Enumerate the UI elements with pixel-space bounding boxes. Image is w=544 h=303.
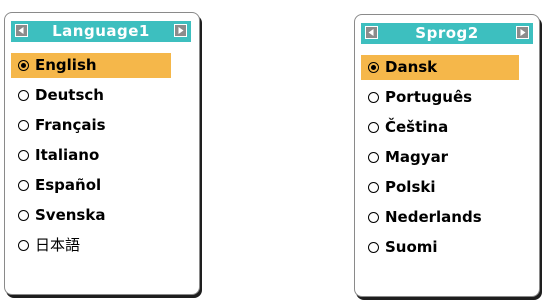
- radio-button-icon: [18, 120, 29, 131]
- radio-button-icon: [18, 240, 29, 251]
- language-option-cestina[interactable]: Čeština: [361, 115, 519, 140]
- option-label: Deutsch: [35, 86, 104, 104]
- option-label: 日本語: [35, 236, 81, 254]
- radio-button-icon: [368, 62, 379, 73]
- radio-button-icon: [18, 150, 29, 161]
- language1-header: Language1: [11, 21, 191, 42]
- language-option-polski[interactable]: Polski: [361, 175, 519, 200]
- radio-button-icon: [18, 60, 29, 71]
- language1-title: Language1: [52, 22, 150, 40]
- option-label: Suomi: [385, 238, 438, 256]
- language-option-italiano[interactable]: Italiano: [11, 143, 171, 168]
- option-label: Português: [385, 88, 473, 106]
- language1-menu: Language1 English Deutsch Français Itali…: [4, 12, 200, 295]
- radio-button-icon: [368, 92, 379, 103]
- language-option-espanol[interactable]: Español: [11, 173, 171, 198]
- sprog2-title: Sprog2: [415, 24, 479, 42]
- sprog2-menu: Sprog2 Dansk Português Čeština Magyar Po…: [354, 14, 540, 297]
- option-label: Français: [35, 116, 106, 134]
- language-option-japanese[interactable]: 日本語: [11, 233, 171, 258]
- language-option-nederlands[interactable]: Nederlands: [361, 205, 519, 230]
- radio-button-icon: [18, 180, 29, 191]
- language-option-deutsch[interactable]: Deutsch: [11, 83, 171, 108]
- right-arrow-icon[interactable]: [516, 26, 529, 39]
- right-arrow-icon[interactable]: [174, 24, 187, 37]
- language-option-svenska[interactable]: Svenska: [11, 203, 171, 228]
- language1-option-list: English Deutsch Français Italiano Españo…: [11, 53, 171, 263]
- option-label: Magyar: [385, 148, 449, 166]
- language-option-suomi[interactable]: Suomi: [361, 235, 519, 260]
- language-option-magyar[interactable]: Magyar: [361, 145, 519, 170]
- option-label: English: [35, 56, 97, 74]
- radio-button-icon: [368, 152, 379, 163]
- language-option-english[interactable]: English: [11, 53, 171, 78]
- language-option-dansk[interactable]: Dansk: [361, 55, 519, 80]
- sprog2-option-list: Dansk Português Čeština Magyar Polski Ne…: [361, 55, 519, 265]
- radio-button-icon: [368, 242, 379, 253]
- left-arrow-icon[interactable]: [365, 26, 378, 39]
- language-option-portugues[interactable]: Português: [361, 85, 519, 110]
- option-label: Nederlands: [385, 208, 482, 226]
- radio-button-icon: [18, 90, 29, 101]
- radio-button-icon: [18, 210, 29, 221]
- option-label: Svenska: [35, 206, 106, 224]
- option-label: Español: [35, 176, 102, 194]
- radio-button-icon: [368, 182, 379, 193]
- option-label: Dansk: [385, 58, 438, 76]
- sprog2-header: Sprog2: [361, 23, 533, 44]
- option-label: Čeština: [385, 118, 449, 136]
- language-option-francais[interactable]: Français: [11, 113, 171, 138]
- radio-button-icon: [368, 122, 379, 133]
- option-label: Polski: [385, 178, 436, 196]
- option-label: Italiano: [35, 146, 100, 164]
- left-arrow-icon[interactable]: [15, 24, 28, 37]
- radio-button-icon: [368, 212, 379, 223]
